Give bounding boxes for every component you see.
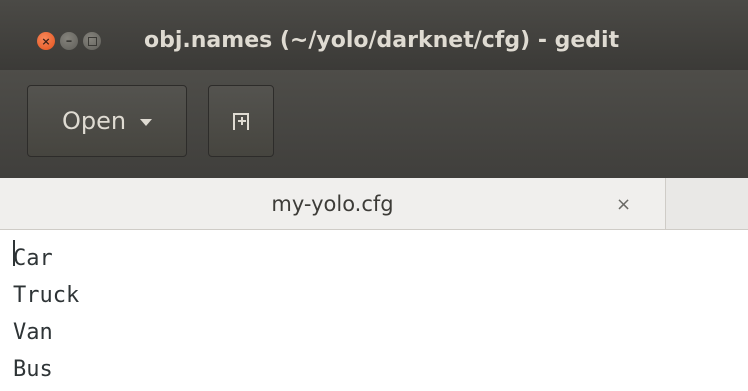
tab-bar: my-yolo.cfg × [0, 178, 748, 230]
title-bar: × – obj.names (~/yolo/darknet/cfg) - ged… [0, 0, 748, 70]
new-tab-button[interactable] [208, 85, 274, 157]
window-minimize-button[interactable]: – [60, 32, 78, 50]
close-icon: × [41, 34, 51, 48]
editor-line: Car [13, 246, 53, 271]
window-title: obj.names (~/yolo/darknet/cfg) - gedit [144, 28, 620, 53]
tab-label: my-yolo.cfg [271, 192, 394, 216]
open-button[interactable]: Open [27, 85, 187, 157]
chevron-down-icon [140, 118, 153, 126]
editor-line: Van [13, 320, 53, 345]
editor-line: Truck [13, 283, 80, 308]
window-maximize-button[interactable] [83, 32, 101, 50]
close-tab-button[interactable]: × [616, 194, 631, 215]
tab-my-yolo-cfg[interactable]: my-yolo.cfg × [0, 178, 666, 229]
open-button-label: Open [61, 107, 127, 135]
window-close-button[interactable]: × [37, 32, 55, 50]
minimize-icon: – [65, 33, 73, 49]
text-cursor [13, 240, 15, 266]
editor-line: Bus [13, 357, 53, 382]
header-toolbar: Open [0, 70, 748, 178]
maximize-icon [83, 32, 101, 50]
text-editor[interactable]: Car Truck Van Bus [0, 230, 748, 391]
new-document-icon [231, 111, 251, 131]
